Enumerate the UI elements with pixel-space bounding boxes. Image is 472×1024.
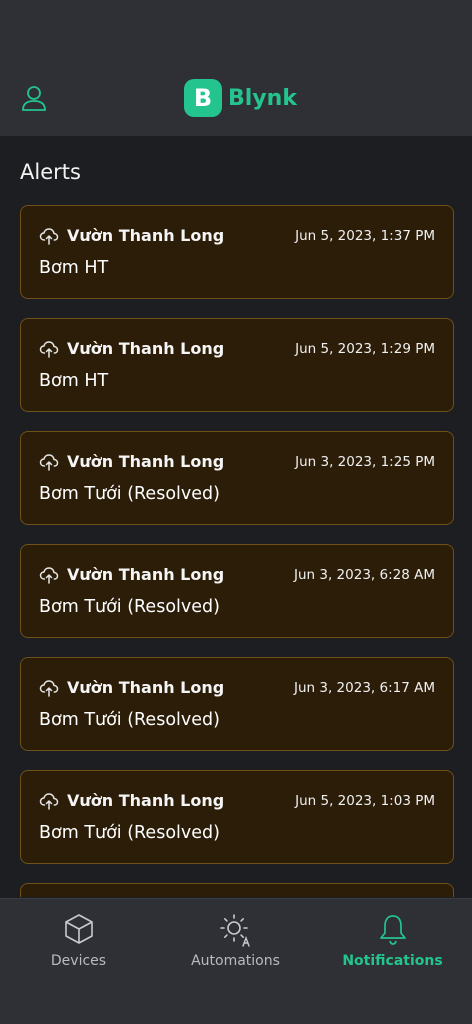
blynk-logo: B Blynk	[184, 79, 297, 117]
logo-badge: B	[184, 79, 222, 117]
app-header: B Blynk	[0, 56, 472, 136]
cloud-icon	[39, 678, 59, 698]
alert-timestamp: Jun 5, 2023, 1:03 PM	[295, 793, 435, 809]
user-icon	[22, 86, 46, 111]
tab-devices-label: Devices	[50, 953, 107, 969]
alert-card[interactable]: Vườn Thanh Long Jun 3, 2023, 1:25 PM Bơm T…	[20, 431, 454, 525]
tab-automations[interactable]: Automations	[157, 899, 314, 999]
alert-device-name: Vườn Thanh Long	[67, 791, 225, 810]
cloud-icon	[39, 226, 59, 246]
tab-automations-label: Automations	[191, 953, 280, 969]
alert-event-name: Bơm HT	[39, 258, 109, 278]
alert-timestamp: Jun 5, 2023, 1:37 PM	[295, 228, 435, 244]
alert-card[interactable]: Vườn Thanh Long Jun 5, 2023, 1:29 PM Bơm H…	[20, 318, 454, 412]
cloud-icon	[39, 339, 59, 359]
alert-device-name: Vườn Thanh Long	[67, 565, 225, 584]
bell-icon	[379, 915, 406, 945]
alert-timestamp: Jun 3, 2023, 6:28 AM	[294, 567, 435, 583]
alert-event-name: Bơm Tưới (Resolved)	[39, 823, 220, 843]
tab-notifications-label: Notifications	[342, 953, 443, 969]
alert-device-name: Vườn Thanh Long	[67, 226, 225, 245]
alert-device-name: Vườn Thanh Long	[67, 339, 225, 358]
tab-notifications[interactable]: Notifications	[314, 899, 471, 999]
cloud-icon	[39, 452, 59, 472]
alert-event-name: Bơm Tưới (Resolved)	[39, 710, 220, 730]
cloud-icon	[39, 791, 59, 811]
profile-button[interactable]	[20, 84, 48, 112]
cube-icon	[64, 914, 93, 944]
sun-automation-icon	[219, 914, 250, 947]
alert-timestamp: Jun 5, 2023, 1:29 PM	[295, 341, 435, 357]
alert-card[interactable]: Vườn Thanh Long Jun 5, 2023, 1:03 PM Bơm T…	[20, 770, 454, 864]
tab-devices[interactable]: Devices	[0, 899, 157, 999]
status-bar	[0, 0, 472, 56]
logo-text: Blynk	[228, 85, 297, 111]
alert-timestamp: Jun 3, 2023, 1:25 PM	[295, 454, 435, 470]
alert-event-name: Bơm HT	[39, 371, 109, 391]
alert-timestamp: Jun 3, 2023, 6:17 AM	[294, 680, 435, 696]
alert-card[interactable]: Vườn Thanh Long Jun 5, 2023, 1:37 PM Bơm H…	[20, 205, 454, 299]
bottom-tab-bar: Devices Automations Notifications	[0, 898, 472, 1024]
page-title: Alerts	[20, 160, 81, 184]
alert-event-name: Bơm Tưới (Resolved)	[39, 484, 220, 504]
alert-card[interactable]: Vườn Thanh Long Jun 3, 2023, 6:28 AM Bơm T…	[20, 544, 454, 638]
cloud-icon	[39, 565, 59, 585]
alert-device-name: Vườn Thanh Long	[67, 678, 225, 697]
alert-card[interactable]	[20, 883, 454, 897]
alert-device-name: Vườn Thanh Long	[67, 452, 225, 471]
alerts-list[interactable]: Vườn Thanh Long Jun 5, 2023, 1:37 PM Bơm H…	[20, 205, 454, 897]
alert-card[interactable]: Vườn Thanh Long Jun 3, 2023, 6:17 AM Bơm T…	[20, 657, 454, 751]
alert-event-name: Bơm Tưới (Resolved)	[39, 597, 220, 617]
